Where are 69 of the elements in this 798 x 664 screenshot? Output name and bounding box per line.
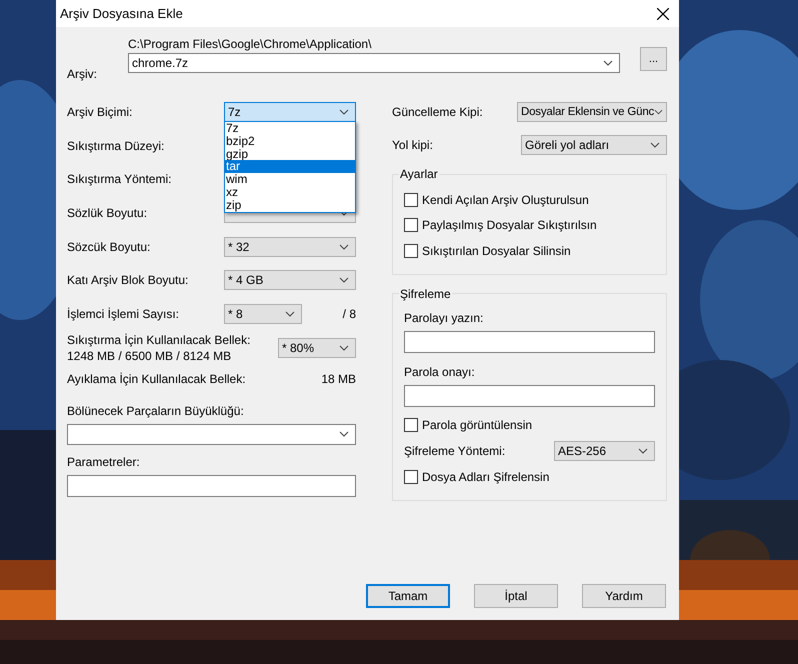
dropdown-option[interactable]: wim: [225, 173, 355, 186]
caret-icon: [650, 142, 660, 148]
password-field[interactable]: [404, 330, 655, 352]
password-confirm-field[interactable]: [404, 384, 655, 406]
browse-button[interactable]: ...: [640, 47, 667, 71]
checkbox-label: Dosya Adları Şifrelensin: [422, 470, 550, 484]
caret-icon: [603, 60, 613, 66]
checkbox[interactable]: [404, 470, 418, 484]
checkbox[interactable]: [404, 218, 418, 232]
dialog-button[interactable]: Yardım: [582, 584, 666, 608]
checkbox-label: Paylaşılmış Dosyalar Sıkıştırılsın: [422, 218, 597, 232]
archive-name-combo[interactable]: chrome.7z: [128, 53, 620, 73]
dropdown-option[interactable]: gzip: [225, 148, 355, 160]
field-label: Ayıklama İçin Kullanılacak Bellek:: [67, 372, 246, 386]
field-label: Katı Arşiv Blok Boyutu:: [67, 273, 190, 288]
field-label: Arşiv Biçimi:: [67, 104, 134, 119]
setting-combo[interactable]: * 32: [224, 236, 356, 257]
caret-icon: [339, 344, 349, 351]
encryption-method-combo[interactable]: AES-256: [554, 441, 655, 461]
dropdown-option[interactable]: bzip2: [225, 134, 355, 148]
checkbox-label: Parola görüntülensin: [422, 418, 532, 432]
field-label: Sıkıştırma Düzeyi:: [67, 138, 166, 153]
field-label: Parametreler:: [67, 454, 141, 469]
field-label: Parola onayı:: [404, 364, 476, 378]
field-label: Bölünecek Parçaların Büyüklüğü:: [67, 404, 245, 418]
field-label: Parolayı yazın:: [404, 310, 484, 324]
field-label: İşlemci İşlemi Sayısı:: [67, 306, 180, 321]
path-mode-combo[interactable]: Göreli yol adları: [521, 134, 667, 154]
checkbox[interactable]: [404, 244, 418, 258]
window-title: Arşiv Dosyasına Ekle: [60, 6, 183, 21]
setting-combo[interactable]: * 4 GB: [224, 270, 356, 290]
field-label: Sıkıştırma Yöntemi:: [67, 172, 172, 186]
caret-icon: [339, 244, 349, 250]
parameters-field[interactable]: [67, 474, 356, 497]
caret-icon: [339, 431, 349, 438]
group-title: Ayarlar: [399, 167, 439, 181]
dropdown-option[interactable]: 7z: [225, 122, 355, 135]
field-label: Şifreleme Yöntemi:: [404, 444, 506, 458]
field-label: Yol kipi:: [392, 138, 433, 152]
caret-icon: [285, 310, 295, 317]
close-icon[interactable]: [657, 8, 669, 20]
caret-icon: [339, 277, 349, 284]
caret-icon: [638, 448, 648, 454]
checkbox[interactable]: [404, 192, 418, 207]
memory-combo[interactable]: * 80%: [278, 338, 356, 358]
group-title: Şifreleme: [399, 286, 452, 300]
memory-usage: 1248 MB / 6500 MB / 8124 MB: [67, 348, 232, 363]
folder-path: C:\Program Files\Google\Chrome\Application\: [128, 37, 372, 51]
thread-count: / 8: [342, 306, 356, 321]
field-label: Sözlük Boyutu:: [67, 206, 148, 220]
field-label: Güncelleme Kipi:: [392, 104, 483, 118]
dropdown-option[interactable]: zip: [225, 198, 355, 212]
caret-icon: [339, 108, 349, 115]
setting-combo[interactable]: * 8: [224, 304, 302, 324]
format-combo[interactable]: 7z: [224, 102, 356, 122]
caret-icon: [654, 108, 663, 114]
checkbox[interactable]: [404, 418, 418, 432]
dialog-button[interactable]: İptal: [474, 584, 558, 608]
dropdown-option[interactable]: xz: [225, 186, 355, 199]
update-mode-combo[interactable]: Dosyalar Eklensin ve Günc: [517, 102, 667, 122]
checkbox-label: Sıkıştırılan Dosyalar Silinsin: [422, 244, 571, 258]
field-label: Arşiv:: [67, 67, 98, 81]
memory-value: 18 MB: [321, 372, 356, 386]
checkbox-label: Kendi Açılan Arşiv Oluşturulsun: [422, 192, 589, 207]
dialog-button[interactable]: Tamam: [366, 584, 450, 608]
dropdown-option[interactable]: tar: [225, 160, 355, 174]
split-size-combo[interactable]: [67, 424, 356, 445]
field-label: Sıkıştırma İçin Kullanılacak Bellek:: [67, 332, 250, 347]
field-label: Sözcük Boyutu:: [67, 240, 152, 254]
